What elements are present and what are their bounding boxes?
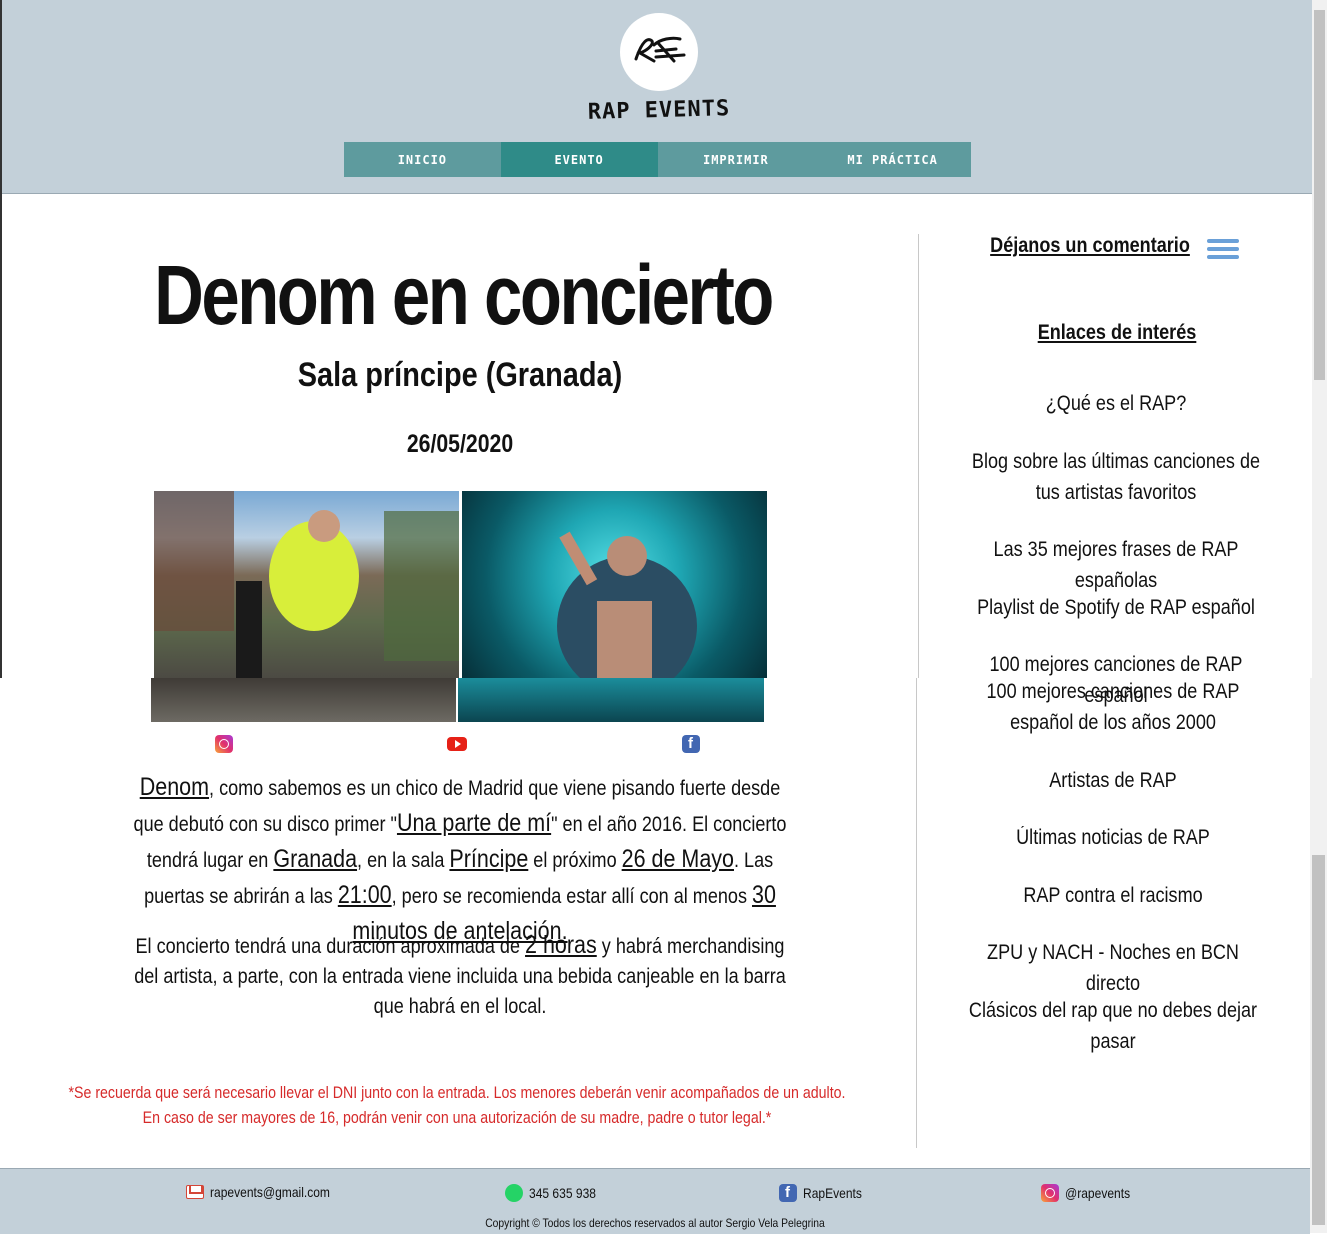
link-album[interactable]: Una parte de mí [397, 809, 551, 837]
artist-photo-concert [462, 491, 767, 678]
scrollbar-thumb[interactable] [1314, 10, 1325, 380]
email-text: rapevents@gmail.com [210, 1184, 330, 1200]
nav-inicio[interactable]: INICIO [344, 142, 501, 177]
main-nav: INICIO EVENTO IMPRIMIR MI PRÁCTICA [344, 142, 971, 177]
sidebar-link[interactable]: Las 35 mejores frases de RAP españolas [965, 534, 1268, 596]
comment-heading[interactable]: Déjanos un comentario [970, 234, 1211, 258]
scrollbar-thumb[interactable] [1312, 855, 1325, 1225]
event-venue: Sala príncipe (Granada) [297, 356, 623, 394]
artist-photo-street [154, 491, 459, 678]
brand-name: RAP EVENTS [587, 96, 731, 125]
nav-imprimir[interactable]: IMPRIMIR [657, 142, 815, 177]
link-artist[interactable]: Denom [140, 773, 209, 801]
link-city[interactable]: Granada [273, 845, 357, 873]
links-heading: Enlaces de interés [1037, 321, 1197, 344]
youtube-icon[interactable] [447, 737, 467, 751]
sidebar-link[interactable]: Últimas noticias de RAP [962, 822, 1265, 853]
facebook-icon[interactable] [682, 735, 700, 753]
text: El concierto tendrá una duración aproxim… [135, 935, 526, 958]
phone-text: 345 635 938 [529, 1185, 596, 1201]
text: el próximo [528, 849, 622, 872]
footer-facebook[interactable]: RapEvents [779, 1184, 871, 1202]
text: , pero se recomienda estar allí con al m… [391, 885, 753, 908]
sidebar-link[interactable]: 100 mejores canciones de RAP español de … [962, 676, 1265, 738]
sidebar-link[interactable]: Blog sobre las últimas canciones de tus … [965, 446, 1268, 508]
instagram-icon[interactable] [215, 735, 233, 753]
sidebar-divider [918, 234, 919, 678]
sidebar-link[interactable]: ZPU y NACH - Noches en BCN directo [962, 937, 1265, 999]
sidebar-link[interactable]: Playlist de Spotify de RAP español [965, 592, 1268, 623]
artist-photo-concert-bottom [458, 678, 764, 722]
sidebar-link[interactable]: RAP contra el racismo [962, 880, 1265, 911]
footer-phone[interactable]: 345 635 938 [505, 1184, 607, 1202]
dni-notice: *Se recuerda que será necesario llevar e… [68, 1084, 846, 1127]
link-duration[interactable]: 2 horas [525, 931, 597, 959]
facebook-text: RapEvents [803, 1185, 862, 1201]
site-footer: rapevents@gmail.com 345 635 938 RapEvent… [0, 1168, 1310, 1234]
footer-instagram[interactable]: @rapevents [1041, 1184, 1141, 1202]
event-title: Denom en concierto [154, 248, 774, 342]
logo-icon[interactable] [620, 13, 698, 91]
instagram-text: @rapevents [1065, 1185, 1131, 1201]
artist-photo-street-bottom [151, 678, 456, 722]
gmail-icon [186, 1185, 204, 1199]
event-duration: El concierto tendrá una duración aproxim… [133, 930, 787, 1022]
instagram-icon [1041, 1184, 1059, 1202]
sidebar-link[interactable]: Clásicos del rap que no debes dejar pasa… [962, 995, 1265, 1057]
sidebar-divider [916, 678, 917, 1148]
link-day[interactable]: 26 de Mayo [622, 845, 734, 873]
footer-email[interactable]: rapevents@gmail.com [186, 1184, 350, 1200]
menu-icon[interactable] [1207, 239, 1239, 261]
nav-mi-practica[interactable]: MI PRÁCTICA [814, 142, 971, 177]
link-hall[interactable]: Príncipe [449, 845, 528, 873]
nav-evento[interactable]: EVENTO [500, 142, 658, 177]
whatsapp-icon [505, 1184, 523, 1202]
event-date: 26/05/2020 [406, 430, 514, 458]
sidebar-link[interactable]: Artistas de RAP [962, 765, 1265, 796]
site-header: RAP EVENTS INICIO EVENTO IMPRIMIR MI PRÁ… [2, 0, 1312, 194]
copyright: Copyright © Todos los derechos reservado… [485, 1216, 825, 1230]
facebook-icon [779, 1184, 797, 1202]
sidebar-link[interactable]: ¿Qué es el RAP? [965, 388, 1268, 419]
link-time[interactable]: 21:00 [338, 881, 392, 909]
text: , en la sala [357, 849, 450, 872]
event-description: Denom, como sabemos es un chico de Madri… [133, 770, 787, 950]
